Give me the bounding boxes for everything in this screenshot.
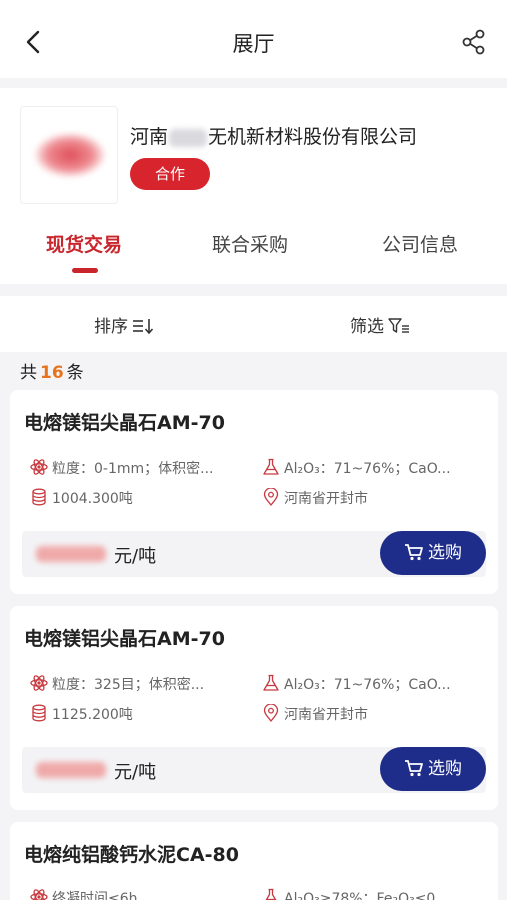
atom-icon (30, 458, 52, 480)
product-composition: Al₂O₃：71~76%；CaO... (262, 674, 486, 696)
tab-joint-purchase[interactable]: 联合采购 (212, 230, 288, 257)
company-name: 河南 无机新材料股份有限公司 (130, 122, 417, 149)
price-unit: 元/吨 (114, 546, 157, 567)
product-location: 河南省开封市 (262, 488, 486, 510)
filter-label: 筛选 (350, 317, 384, 337)
buy-button-label: 选购 (428, 759, 462, 779)
product-card[interactable]: 电熔镁铝尖晶石AM-70 粒度：0-1mm；体积密... Al₂O₃：71~76… (10, 390, 498, 594)
buy-button[interactable]: 选购 (380, 531, 486, 575)
price-bar: 元/吨 选购 (22, 747, 486, 793)
company-logo (20, 106, 118, 204)
product-card[interactable]: 电熔纯铝酸钙水泥CA-80 终凝时间≤6h Al₂O₃≥78%；Fe₂O₃≤0.… (10, 822, 498, 900)
result-count-suffix: 条 (66, 363, 84, 383)
page-title: 展厅 (232, 32, 275, 56)
filter-icon (384, 317, 410, 337)
product-quantity: 1004.300吨 (30, 488, 258, 510)
share-icon[interactable] (461, 28, 487, 56)
redacted-price (36, 546, 106, 562)
redacted-text (169, 128, 208, 147)
product-title: 电熔镁铝尖晶石AM-70 (24, 412, 225, 434)
company-header: 河南 无机新材料股份有限公司 合作 现货交易 联合采购 公司信息 (0, 88, 507, 284)
price-unit: 元/吨 (114, 762, 157, 783)
product-spec: 粒度：325目；体积密... (30, 674, 258, 696)
product-spec: 粒度：0-1mm；体积密... (30, 458, 258, 480)
cooperation-badge: 合作 (130, 158, 210, 190)
sort-label: 排序 (94, 317, 128, 337)
filter-button[interactable]: 筛选 (350, 312, 410, 337)
product-card[interactable]: 电熔镁铝尖晶石AM-70 粒度：325目；体积密... Al₂O₃：71~76%… (10, 606, 498, 810)
flask-icon (262, 458, 284, 480)
sort-filter-bar: 排序 筛选 (0, 296, 507, 352)
redacted-price (36, 762, 106, 778)
result-count: 共 16 条 (20, 358, 84, 383)
flask-icon (262, 674, 284, 696)
price-bar: 元/吨 选购 (22, 531, 486, 577)
flask-icon (262, 888, 284, 900)
cart-icon (404, 543, 428, 563)
result-count-number: 16 (40, 363, 64, 383)
product-spec: 终凝时间≤6h (30, 888, 258, 900)
location-pin-icon (262, 704, 284, 726)
company-name-prefix: 河南 (130, 126, 169, 148)
top-bar: 展厅 (0, 0, 507, 78)
tab-company-info[interactable]: 公司信息 (382, 230, 458, 257)
tab-spot-trading[interactable]: 现货交易 (46, 230, 122, 257)
tab-bar: 现货交易 联合采购 公司信息 (0, 228, 507, 278)
sort-icon (128, 317, 154, 337)
atom-icon (30, 674, 52, 696)
buy-button-label: 选购 (428, 543, 462, 563)
product-quantity: 1125.200吨 (30, 704, 258, 726)
active-tab-indicator (72, 268, 98, 273)
location-pin-icon (262, 488, 284, 510)
product-composition: Al₂O₃：71~76%；CaO... (262, 458, 486, 480)
product-location: 河南省开封市 (262, 704, 486, 726)
result-count-prefix: 共 (20, 363, 37, 383)
database-icon (30, 704, 52, 726)
atom-icon (30, 888, 52, 900)
product-composition: Al₂O₃≥78%；Fe₂O₃≤0... (262, 888, 486, 900)
buy-button[interactable]: 选购 (380, 747, 486, 791)
company-name-suffix: 无机新材料股份有限公司 (208, 126, 418, 148)
cart-icon (404, 759, 428, 779)
product-title: 电熔纯铝酸钙水泥CA-80 (24, 844, 239, 866)
product-title: 电熔镁铝尖晶石AM-70 (24, 628, 225, 650)
sort-button[interactable]: 排序 (94, 312, 154, 337)
database-icon (30, 488, 52, 510)
